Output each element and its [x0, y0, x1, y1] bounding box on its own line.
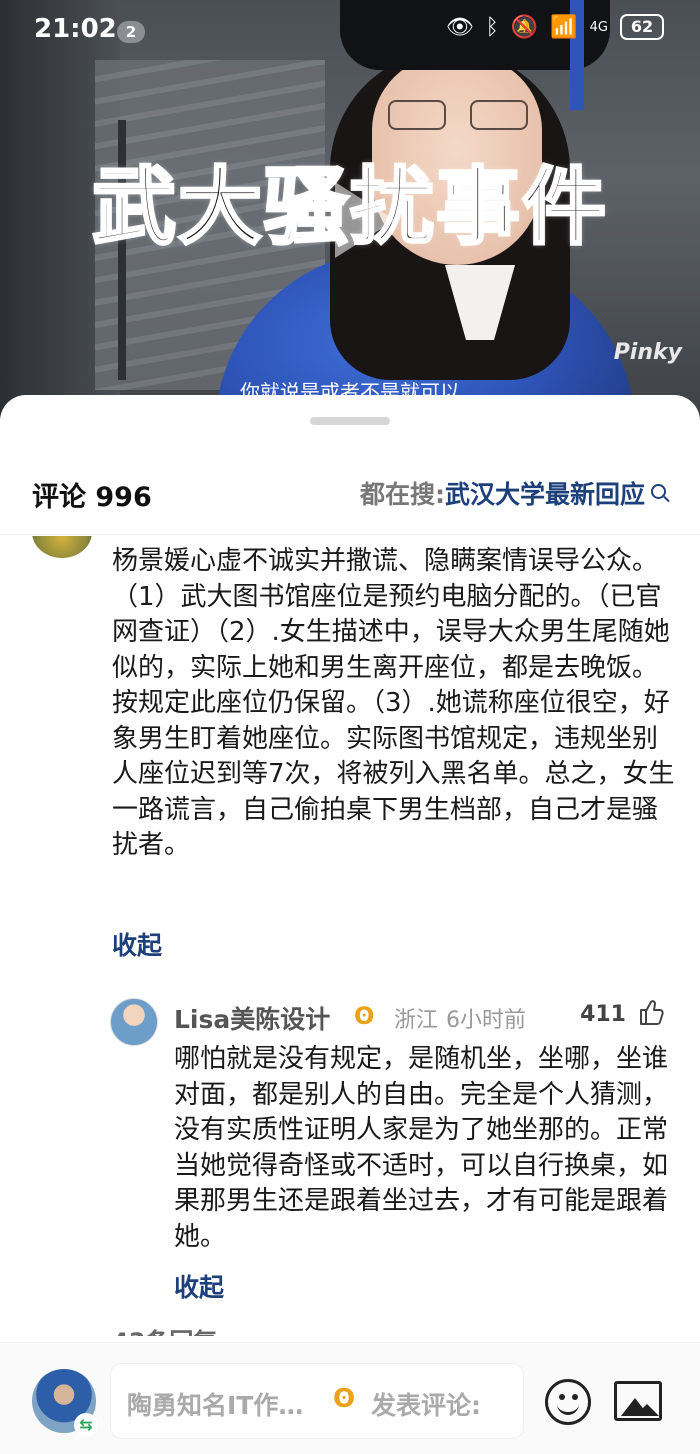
comments-sheet: 评论 996 都在搜: 武汉大学最新回应 杨景媛心虚不诚实并撒谎、隐瞒案情误导公… — [0, 395, 700, 1454]
status-bar: 21:02 2 👁 ᛒ 🔕 📶 4G 62 — [0, 0, 700, 66]
reply-author-name[interactable]: Lisa美陈设计 — [174, 1000, 330, 1036]
switch-account-icon[interactable]: ⇆ — [74, 1413, 98, 1437]
comment-input-name-placeholder: 陶勇知名IT作… — [127, 1391, 304, 1420]
signal-icon: 4G — [589, 19, 608, 35]
trending-search-keyword[interactable]: 武汉大学最新回应 — [445, 475, 645, 511]
video-player[interactable]: 武大骚扰事件 Pinky 你就说是或者不是就可以 — [0, 0, 700, 440]
comment-list[interactable]: 杨景媛心虚不诚实并撒谎、隐瞒案情误导公众。（1）武大图书馆座位是预约电脑分配的。… — [0, 536, 700, 1336]
trending-search-label: 都在搜: — [359, 480, 445, 509]
comment-input-bar: ⇆ 陶勇知名IT作… ʘ 发表评论: — [0, 1342, 700, 1454]
thumbs-up-icon[interactable] — [638, 998, 664, 1026]
sheet-drag-handle[interactable] — [310, 417, 390, 425]
play-icon[interactable] — [335, 182, 395, 258]
image-icon[interactable] — [614, 1381, 662, 1421]
mute-icon: 🔕 — [510, 14, 539, 40]
status-icons: 👁 ᛒ 🔕 📶 4G 62 — [446, 14, 664, 40]
my-avatar[interactable]: ⇆ — [32, 1369, 98, 1437]
comment-count-title: 评论 996 — [32, 482, 152, 513]
notification-count-badge: 2 — [117, 21, 145, 43]
reply-like-count: 411 — [580, 1002, 626, 1027]
creator-badge-icon: ʘ — [354, 1002, 375, 1030]
reply-avatar[interactable] — [110, 998, 158, 1046]
avatar[interactable] — [32, 536, 92, 558]
comment-input[interactable]: 陶勇知名IT作… ʘ 发表评论: — [110, 1363, 524, 1439]
reply-meta: Lisa美陈设计 ʘ 浙江 6小时前 411 — [174, 1000, 674, 1034]
video-watermark: Pinky — [613, 340, 682, 365]
status-time: 21:02 — [34, 14, 117, 44]
trending-search-link[interactable]: 都在搜: 武汉大学最新回应 — [360, 475, 666, 511]
expand-replies-button[interactable]: 43条回复 ∨ — [112, 1322, 245, 1336]
video-person-glasses — [388, 100, 528, 130]
search-icon — [651, 483, 666, 499]
collapse-comment-button[interactable]: 收起 — [112, 926, 162, 962]
wifi-icon: 📶 — [550, 14, 578, 40]
battery-icon: 62 — [620, 14, 664, 40]
bluetooth-icon: ᛒ — [485, 14, 499, 40]
eye-icon: 👁 — [445, 14, 474, 40]
collapse-reply-button[interactable]: 收起 — [174, 1268, 224, 1304]
comment-text: 杨景媛心虚不诚实并撒谎、隐瞒案情误导公众。（1）武大图书馆座位是预约电脑分配的。… — [112, 546, 675, 860]
comments-header: 评论 996 都在搜: 武汉大学最新回应 — [0, 455, 700, 535]
comment-input-placeholder: 发表评论: — [371, 1391, 481, 1420]
emoji-icon[interactable] — [545, 1379, 591, 1425]
reply-timestamp: 6小时前 — [446, 1008, 526, 1033]
creator-badge-icon: ʘ — [333, 1384, 356, 1414]
reply-text: 哪怕就是没有规定，是随机坐，坐哪，坐谁对面，都是别人的自由。完全是个人猜测，没有… — [174, 1044, 669, 1252]
reply-location: 浙江 — [394, 1008, 439, 1033]
